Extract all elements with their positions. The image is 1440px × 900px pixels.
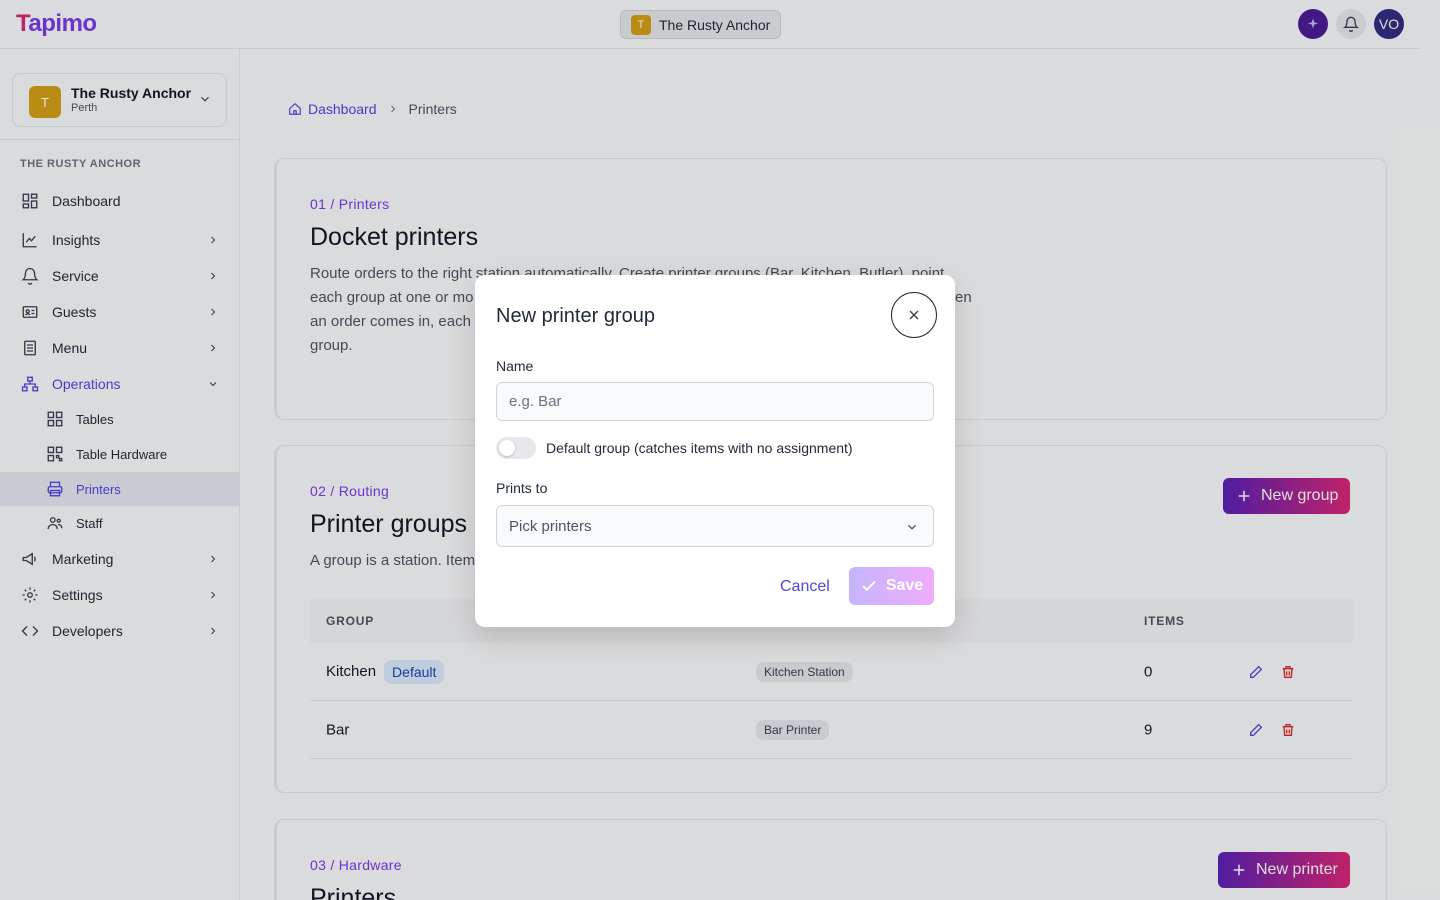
cancel-button[interactable]: Cancel: [780, 578, 830, 596]
new-printer-group-dialog: New printer group Name Default group (ca…: [475, 275, 955, 627]
name-label: Name: [496, 358, 534, 374]
close-icon: [909, 310, 919, 320]
close-button[interactable]: [891, 292, 937, 338]
name-input[interactable]: [496, 382, 934, 421]
prints-to-select[interactable]: Pick printers: [496, 505, 934, 547]
check-icon: [862, 580, 876, 592]
default-group-toggle-row: Default group (catches items with no ass…: [496, 437, 853, 459]
default-group-toggle[interactable]: [496, 437, 536, 459]
chevron-down-icon: [908, 524, 916, 530]
save-button[interactable]: Save: [849, 567, 934, 605]
prints-to-label: Prints to: [496, 480, 548, 496]
default-group-label: Default group (catches items with no ass…: [546, 440, 853, 456]
dialog-title: New printer group: [496, 305, 655, 327]
